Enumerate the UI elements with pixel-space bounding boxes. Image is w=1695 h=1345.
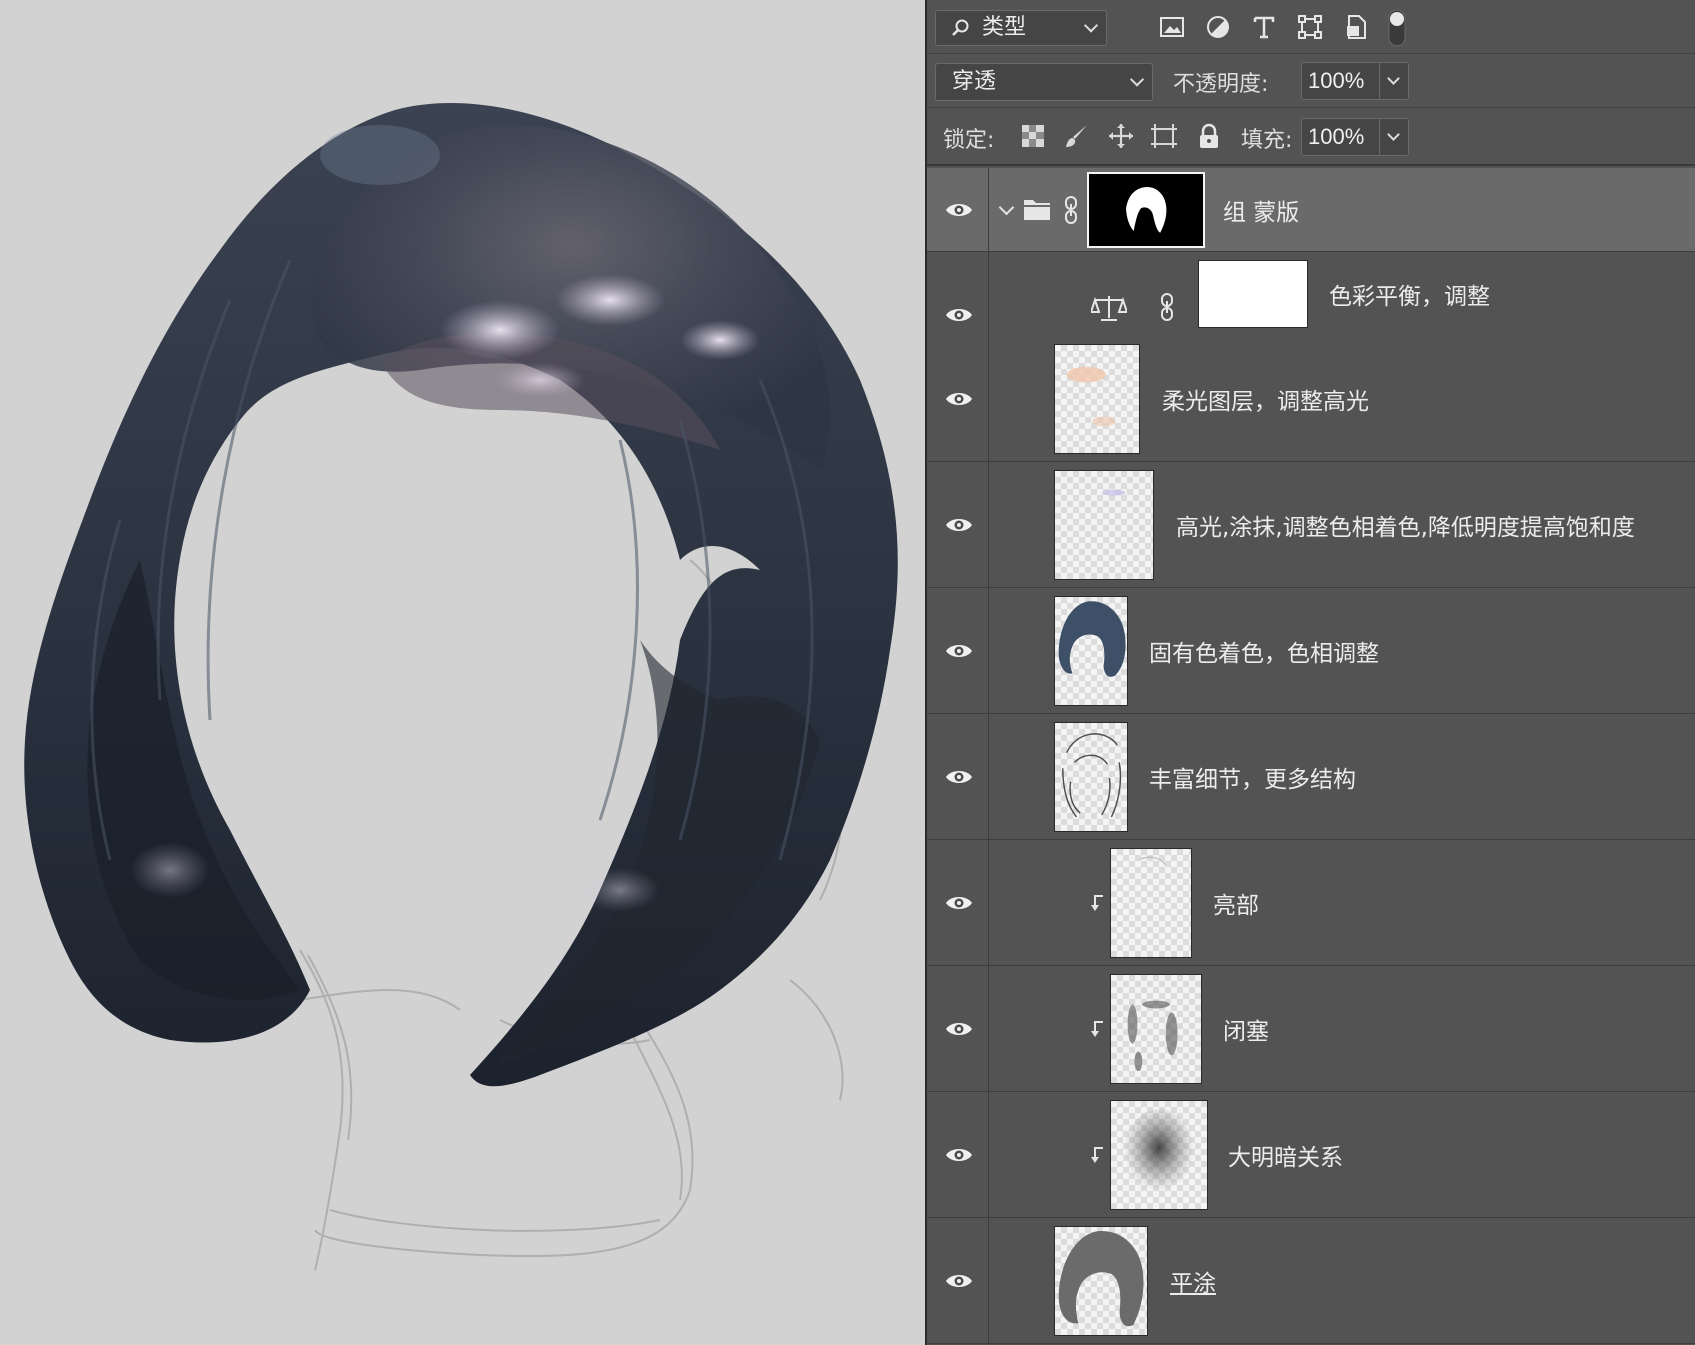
blend-mode-dropdown[interactable]: 穿透 — [935, 63, 1153, 101]
layer-filter-bar: 类型 — [927, 0, 1695, 54]
thumbnail-image — [1058, 1230, 1144, 1327]
layer-name[interactable]: 柔光图层，调整高光 — [1162, 382, 1369, 416]
layer-thumbnail[interactable] — [1054, 596, 1128, 706]
link-icon[interactable] — [1064, 195, 1078, 225]
layer-name[interactable]: 闭塞 — [1223, 1012, 1269, 1046]
visibility-cell[interactable] — [927, 714, 989, 839]
layer-thumbnail[interactable] — [1054, 344, 1140, 454]
layer-row-base-color[interactable]: 固有色着色，色相调整 — [927, 588, 1695, 714]
layer-thumbnail[interactable] — [1054, 722, 1128, 832]
thumbnail-image — [1102, 489, 1126, 496]
lock-fill-bar: 锁定: 填充: 100% — [927, 108, 1695, 166]
layer-name[interactable]: 亮部 — [1213, 886, 1259, 920]
thumbnail-image — [1123, 1108, 1195, 1196]
visibility-cell[interactable] — [927, 168, 989, 251]
layer-mask-thumbnail[interactable] — [1198, 260, 1308, 328]
filter-kind-value: 类型 — [982, 15, 1027, 40]
visibility-cell[interactable] — [927, 336, 989, 461]
folder-icon — [1024, 200, 1050, 220]
layer-name[interactable]: 色彩平衡，调整 — [1329, 277, 1490, 311]
thumbnail-image — [1058, 601, 1126, 677]
layer-row-light-part[interactable]: 亮部 — [927, 840, 1695, 966]
hair-painting-artwork — [24, 103, 898, 1271]
chevron-down-icon — [1387, 128, 1400, 141]
eye-icon[interactable] — [945, 768, 973, 786]
mask-silhouette — [1126, 186, 1167, 233]
smart-object-filter-icon[interactable] — [1341, 12, 1371, 42]
color-balance-icon — [1091, 296, 1127, 321]
layers-panel: 类型 穿透 不透明度: 100% 锁定: 填充: 100% 组 蒙版 色彩平衡，… — [927, 0, 1695, 1345]
opacity-input[interactable]: 100% — [1301, 62, 1379, 100]
eye-icon[interactable] — [945, 306, 973, 324]
eye-icon[interactable] — [945, 894, 973, 912]
hair-shape — [24, 103, 898, 1087]
layer-row-flat[interactable]: 平涂 — [927, 1218, 1695, 1344]
visibility-cell[interactable] — [927, 1092, 989, 1217]
opacity-label: 不透明度: — [1173, 72, 1269, 97]
lock-all-icon[interactable] — [1195, 122, 1223, 150]
layer-thumbnail[interactable] — [1110, 1100, 1208, 1210]
fill-dropdown-button[interactable] — [1379, 118, 1409, 156]
eye-icon[interactable] — [945, 201, 973, 219]
lock-label: 锁定: — [943, 128, 995, 153]
thumbnail-image — [1127, 1000, 1178, 1072]
layer-row-light-dark[interactable]: 大明暗关系 — [927, 1092, 1695, 1218]
lock-transparent-pixels-icon[interactable] — [1019, 122, 1047, 150]
layer-name[interactable]: 组 蒙版 — [1223, 193, 1299, 227]
layer-thumbnail[interactable] — [1054, 1226, 1148, 1336]
layer-name[interactable]: 高光,涂抹,调整色相着色,降低明度提高饱和度 — [1176, 508, 1635, 542]
clipping-mask-icon — [1091, 895, 1103, 911]
layer-thumbnail[interactable] — [1110, 974, 1202, 1084]
visibility-cell[interactable] — [927, 840, 989, 965]
chevron-down-icon — [1387, 72, 1400, 85]
eye-icon[interactable] — [945, 1272, 973, 1290]
layer-name[interactable]: 大明暗关系 — [1228, 1138, 1343, 1172]
layer-row-details[interactable]: 丰富细节，更多结构 — [927, 714, 1695, 840]
eye-icon[interactable] — [945, 516, 973, 534]
layer-thumbnail[interactable] — [1110, 848, 1192, 958]
blend-opacity-bar: 穿透 不透明度: 100% — [927, 54, 1695, 108]
visibility-cell[interactable] — [927, 462, 989, 587]
search-icon — [952, 19, 969, 36]
filter-kind-dropdown[interactable]: 类型 — [935, 10, 1107, 46]
thumbnail-image — [1062, 733, 1122, 818]
lock-position-icon[interactable] — [1107, 122, 1135, 150]
adjustment-filter-icon[interactable] — [1203, 12, 1233, 42]
thumbnail-image — [1066, 366, 1116, 427]
eye-icon[interactable] — [945, 1020, 973, 1038]
eye-icon[interactable] — [945, 1146, 973, 1164]
lock-artboard-icon[interactable] — [1149, 122, 1179, 150]
eye-icon[interactable] — [945, 390, 973, 408]
layer-thumbnail[interactable] — [1054, 470, 1154, 580]
fill-label: 填充: — [1241, 128, 1293, 153]
chevron-down-icon — [1129, 72, 1145, 87]
link-icon[interactable] — [1160, 292, 1174, 322]
layer-row-occlusion[interactable]: 闭塞 — [927, 966, 1695, 1092]
fill-input[interactable]: 100% — [1301, 118, 1379, 156]
visibility-cell[interactable] — [927, 1218, 989, 1343]
eye-icon[interactable] — [945, 642, 973, 660]
layer-row-soft-light[interactable]: 柔光图层，调整高光 — [927, 336, 1695, 462]
lock-image-pixels-icon[interactable] — [1063, 122, 1091, 150]
chevron-down-icon — [1083, 18, 1099, 33]
filter-toggle-switch[interactable] — [1387, 8, 1407, 48]
opacity-dropdown-button[interactable] — [1379, 62, 1409, 100]
visibility-cell[interactable] — [927, 966, 989, 1091]
blend-mode-value: 穿透 — [952, 69, 997, 94]
layer-row-highlight[interactable]: 高光,涂抹,调整色相着色,降低明度提高饱和度 — [927, 462, 1695, 588]
clipping-mask-icon — [1091, 1147, 1103, 1163]
layer-name[interactable]: 丰富细节，更多结构 — [1149, 760, 1356, 794]
document-canvas[interactable] — [0, 0, 925, 1345]
group-mask-thumbnail[interactable] — [1087, 172, 1205, 248]
layer-row-group[interactable]: 组 蒙版 — [927, 168, 1695, 252]
shape-filter-icon[interactable] — [1295, 12, 1325, 42]
expand-chevron-icon[interactable] — [998, 199, 1015, 216]
layer-name[interactable]: 固有色着色，色相调整 — [1149, 634, 1379, 668]
image-filter-icon[interactable] — [1157, 12, 1187, 42]
type-filter-icon[interactable] — [1249, 12, 1279, 42]
layer-name[interactable]: 平涂 — [1170, 1264, 1216, 1298]
thumbnail-image — [1140, 856, 1167, 866]
clipping-mask-icon — [1091, 1021, 1103, 1037]
visibility-cell[interactable] — [927, 588, 989, 713]
